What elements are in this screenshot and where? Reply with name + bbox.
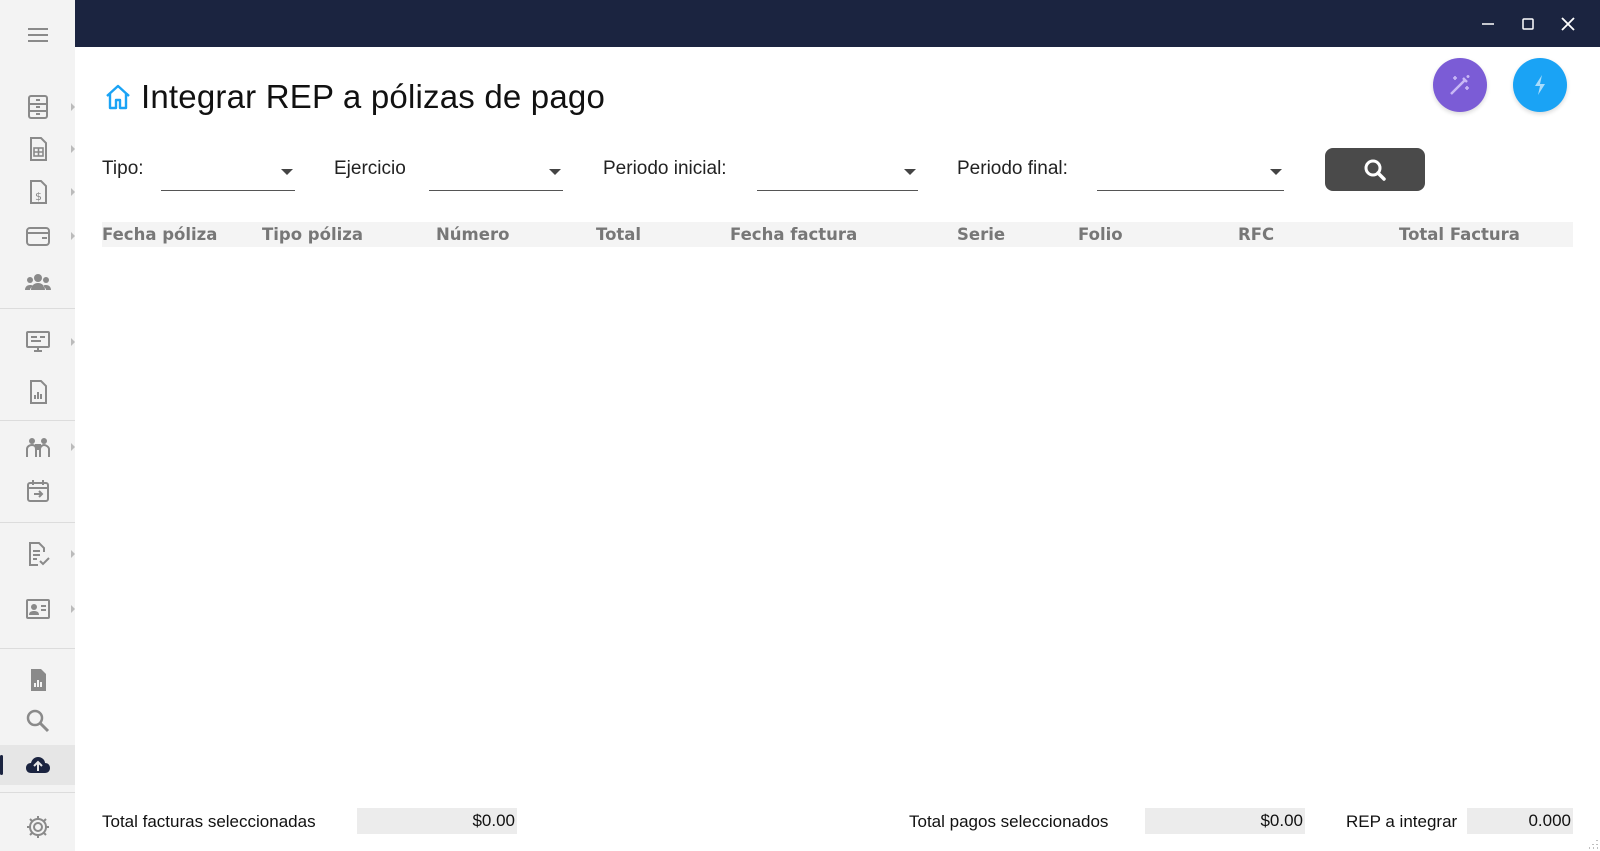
total-pagos-value: $0.00 bbox=[1145, 808, 1305, 834]
invoice-dollar-icon: $ bbox=[29, 180, 47, 204]
total-facturas-label: Total facturas seleccionadas bbox=[102, 812, 316, 831]
search-icon bbox=[1364, 159, 1386, 181]
periodo-inicial-select[interactable] bbox=[757, 156, 918, 191]
monitor-icon bbox=[25, 331, 50, 352]
gear-icon bbox=[26, 816, 49, 838]
home-icon[interactable] bbox=[103, 82, 133, 112]
chevron-down-icon bbox=[1270, 169, 1282, 175]
search-zoom-icon bbox=[26, 709, 49, 733]
sidebar-item-users[interactable] bbox=[0, 262, 75, 302]
menu-icon bbox=[27, 28, 48, 42]
periodo-inicial-label: Periodo inicial: bbox=[603, 158, 727, 179]
calendar-transfer-icon bbox=[26, 480, 49, 502]
page-title: Integrar REP a pólizas de pago bbox=[141, 78, 606, 115]
id-card-icon bbox=[25, 599, 50, 619]
column-header-total-factura[interactable]: Total Factura bbox=[1399, 225, 1520, 244]
total-facturas-value: $0.00 bbox=[357, 808, 517, 834]
tipo-label: Tipo: bbox=[102, 158, 144, 179]
document-check-icon bbox=[28, 542, 50, 566]
rep-integrar-label: REP a integrar bbox=[1346, 812, 1458, 831]
sidebar-item-settings[interactable] bbox=[0, 807, 75, 847]
column-header-tipo-poliza[interactable]: Tipo póliza bbox=[262, 225, 363, 244]
table-header: Fecha póliza Tipo póliza Número Total Fe… bbox=[102, 222, 1573, 247]
close-icon bbox=[1561, 16, 1575, 31]
svg-text:$: $ bbox=[35, 190, 42, 203]
resize-grip-icon[interactable] bbox=[1584, 835, 1598, 849]
sidebar-item-search[interactable] bbox=[0, 701, 75, 741]
sidebar-item-calendar[interactable] bbox=[0, 471, 75, 511]
ejercicio-select[interactable] bbox=[429, 156, 563, 191]
sidebar: $ bbox=[0, 0, 75, 851]
column-header-folio[interactable]: Folio bbox=[1078, 225, 1123, 244]
sidebar-item-id-card[interactable] bbox=[0, 589, 75, 629]
page-header: Integrar REP a pólizas de pago bbox=[103, 72, 605, 122]
sidebar-item-building-chart[interactable] bbox=[0, 660, 75, 700]
tipo-select[interactable] bbox=[161, 156, 295, 191]
total-pagos-label: Total pagos seleccionados bbox=[909, 812, 1109, 831]
column-header-numero[interactable]: Número bbox=[436, 225, 509, 244]
sidebar-item-spreadsheet[interactable] bbox=[0, 129, 75, 169]
column-header-fecha-factura[interactable]: Fecha factura bbox=[730, 225, 857, 244]
maximize-icon bbox=[1522, 17, 1534, 30]
sidebar-item-monitor[interactable] bbox=[0, 322, 75, 362]
lightning-bolt-button[interactable] bbox=[1513, 58, 1567, 112]
window-titlebar bbox=[75, 0, 1600, 47]
ejercicio-label: Ejercicio bbox=[334, 158, 406, 179]
minimize-icon bbox=[1482, 22, 1494, 25]
chevron-down-icon bbox=[549, 169, 561, 175]
spreadsheet-document-icon bbox=[29, 137, 47, 161]
column-header-fecha-poliza[interactable]: Fecha póliza bbox=[102, 225, 217, 244]
archive-cabinet-icon bbox=[27, 95, 48, 119]
search-button[interactable] bbox=[1325, 148, 1425, 191]
chevron-down-icon bbox=[281, 169, 293, 175]
sidebar-item-wallet[interactable] bbox=[0, 216, 75, 256]
close-button[interactable] bbox=[1545, 0, 1591, 47]
table-body bbox=[102, 248, 1573, 788]
periodo-final-select[interactable] bbox=[1097, 156, 1284, 191]
team-collaboration-icon bbox=[25, 438, 50, 457]
menu-button[interactable] bbox=[0, 15, 75, 55]
magic-wand-icon bbox=[1450, 75, 1470, 95]
building-chart-icon bbox=[30, 669, 46, 691]
magic-wand-button[interactable] bbox=[1433, 58, 1487, 112]
sidebar-item-report[interactable] bbox=[0, 372, 75, 412]
sidebar-item-cloud-upload[interactable] bbox=[0, 745, 75, 785]
cloud-upload-icon bbox=[25, 757, 50, 773]
sidebar-item-document-check[interactable] bbox=[0, 534, 75, 574]
column-header-total[interactable]: Total bbox=[596, 225, 641, 244]
sidebar-item-team[interactable] bbox=[0, 427, 75, 467]
report-chart-icon bbox=[29, 380, 47, 404]
chevron-down-icon bbox=[904, 169, 916, 175]
wallet-icon bbox=[25, 227, 50, 246]
sidebar-item-archive[interactable] bbox=[0, 87, 75, 127]
sidebar-item-invoice[interactable]: $ bbox=[0, 172, 75, 212]
column-header-rfc[interactable]: RFC bbox=[1238, 225, 1274, 244]
periodo-final-label: Periodo final: bbox=[957, 158, 1068, 179]
rep-integrar-value: 0.000 bbox=[1467, 808, 1573, 834]
column-header-serie[interactable]: Serie bbox=[957, 225, 1005, 244]
lightning-bolt-icon bbox=[1535, 75, 1545, 95]
users-group-icon bbox=[24, 274, 51, 290]
